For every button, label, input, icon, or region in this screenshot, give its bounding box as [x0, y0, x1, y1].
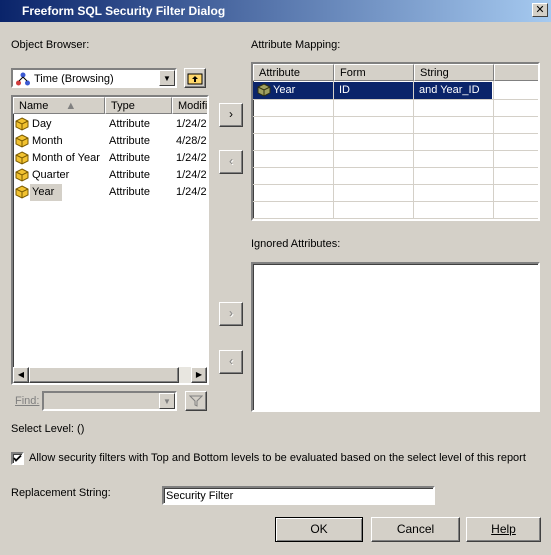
grid-line	[253, 201, 538, 202]
mapping-attribute: Year	[273, 84, 296, 96]
object-type: Attribute	[109, 118, 150, 130]
object-type: Attribute	[109, 152, 150, 164]
grid-line	[253, 99, 538, 100]
folder-combo[interactable]: Time (Browsing) ▼	[11, 68, 177, 88]
object-name: Month	[32, 135, 63, 147]
scroll-right-icon[interactable]: ▶	[191, 367, 207, 383]
replacement-string-label: Replacement String:	[11, 487, 111, 499]
grid-line	[253, 167, 538, 168]
help-button[interactable]: Help	[466, 517, 541, 542]
mapping-form: ID	[339, 84, 350, 96]
grid-line	[333, 81, 334, 219]
sort-ascending-icon: ▲	[65, 100, 77, 112]
object-name: Day	[32, 118, 52, 130]
object-name: Year	[30, 184, 62, 201]
cancel-button[interactable]: Cancel	[371, 517, 460, 542]
allow-security-label: Allow security filters with Top and Bott…	[29, 452, 526, 464]
attribute-icon	[15, 185, 29, 199]
find-label: Find:	[15, 395, 40, 407]
grid-line	[253, 184, 538, 185]
scroll-left-icon[interactable]: ◀	[13, 367, 29, 383]
column-header-string[interactable]: String	[414, 64, 494, 81]
grid-line	[253, 116, 538, 117]
remove-mapping-button[interactable]: ‹	[219, 150, 243, 174]
ignored-attributes-label: Ignored Attributes:	[251, 238, 341, 250]
chevron-down-icon[interactable]: ▼	[159, 393, 175, 409]
attribute-icon	[15, 117, 29, 131]
replacement-string-value: Security Filter	[166, 490, 234, 502]
object-name: Month of Year	[32, 152, 100, 164]
column-header-type[interactable]: Type	[105, 97, 172, 114]
attribute-mapping-grid[interactable]: Attribute Form String Year ID and Year_I…	[251, 62, 540, 221]
find-combo[interactable]: ▼	[42, 391, 177, 411]
chevron-down-icon[interactable]: ▼	[159, 70, 175, 86]
attribute-icon	[15, 168, 29, 182]
ignored-attributes-list[interactable]	[251, 262, 540, 412]
filter-button[interactable]	[185, 391, 207, 411]
replacement-string-input[interactable]: Security Filter	[162, 486, 435, 505]
attribute-icon	[15, 151, 29, 165]
folder-up-icon	[187, 73, 203, 85]
attribute-icon	[257, 83, 271, 97]
checkmark-icon	[13, 454, 22, 462]
grid-line	[493, 81, 494, 219]
folder-combo-value: Time (Browsing)	[34, 73, 114, 85]
object-list[interactable]: Name ▲ Type Modific Day Attribute 1/24/2…	[11, 95, 209, 385]
scroll-thumb[interactable]	[29, 367, 179, 383]
add-mapping-button[interactable]: ›	[219, 103, 243, 127]
mapping-row-selected[interactable]: Year ID and Year_ID	[253, 82, 492, 99]
hierarchy-icon	[15, 71, 31, 90]
grid-line	[253, 218, 538, 219]
object-browser-label: Object Browser:	[11, 39, 90, 51]
object-name: Quarter	[32, 169, 70, 181]
object-modified: 4/28/2	[176, 135, 207, 147]
allow-security-checkbox[interactable]	[11, 452, 24, 465]
add-ignored-button[interactable]: ›	[219, 302, 243, 326]
column-header-attribute[interactable]: Attribute	[253, 64, 334, 81]
object-modified: 1/24/2	[176, 118, 207, 130]
remove-ignored-button[interactable]: ‹	[219, 350, 243, 374]
window-title: Freeform SQL Security Filter Dialog	[22, 4, 226, 18]
object-type: Attribute	[109, 135, 150, 147]
select-level-text: Select Level: ()	[11, 423, 85, 435]
column-header-name[interactable]: Name ▲	[13, 97, 105, 114]
object-modified: 1/24/2	[176, 169, 207, 181]
object-type: Attribute	[109, 186, 150, 198]
column-header-blank	[494, 64, 538, 81]
grid-line	[253, 150, 538, 151]
parent-folder-button[interactable]	[184, 68, 206, 88]
column-header-modified[interactable]: Modific	[172, 97, 207, 114]
close-button[interactable]: ✕	[532, 3, 548, 17]
grid-line	[413, 81, 414, 219]
title-bar: Freeform SQL Security Filter Dialog	[0, 0, 551, 22]
object-type: Attribute	[109, 169, 150, 181]
funnel-icon	[188, 395, 204, 407]
ok-button[interactable]: OK	[275, 517, 363, 542]
object-modified: 1/24/2	[176, 186, 207, 198]
horizontal-scrollbar[interactable]: ◀ ▶	[13, 367, 207, 383]
column-header-form[interactable]: Form	[334, 64, 414, 81]
grid-line	[253, 133, 538, 134]
attribute-mapping-label: Attribute Mapping:	[251, 39, 341, 51]
mapping-string: and Year_ID	[419, 84, 480, 96]
attribute-icon	[15, 134, 29, 148]
object-modified: 1/24/2	[176, 152, 207, 164]
